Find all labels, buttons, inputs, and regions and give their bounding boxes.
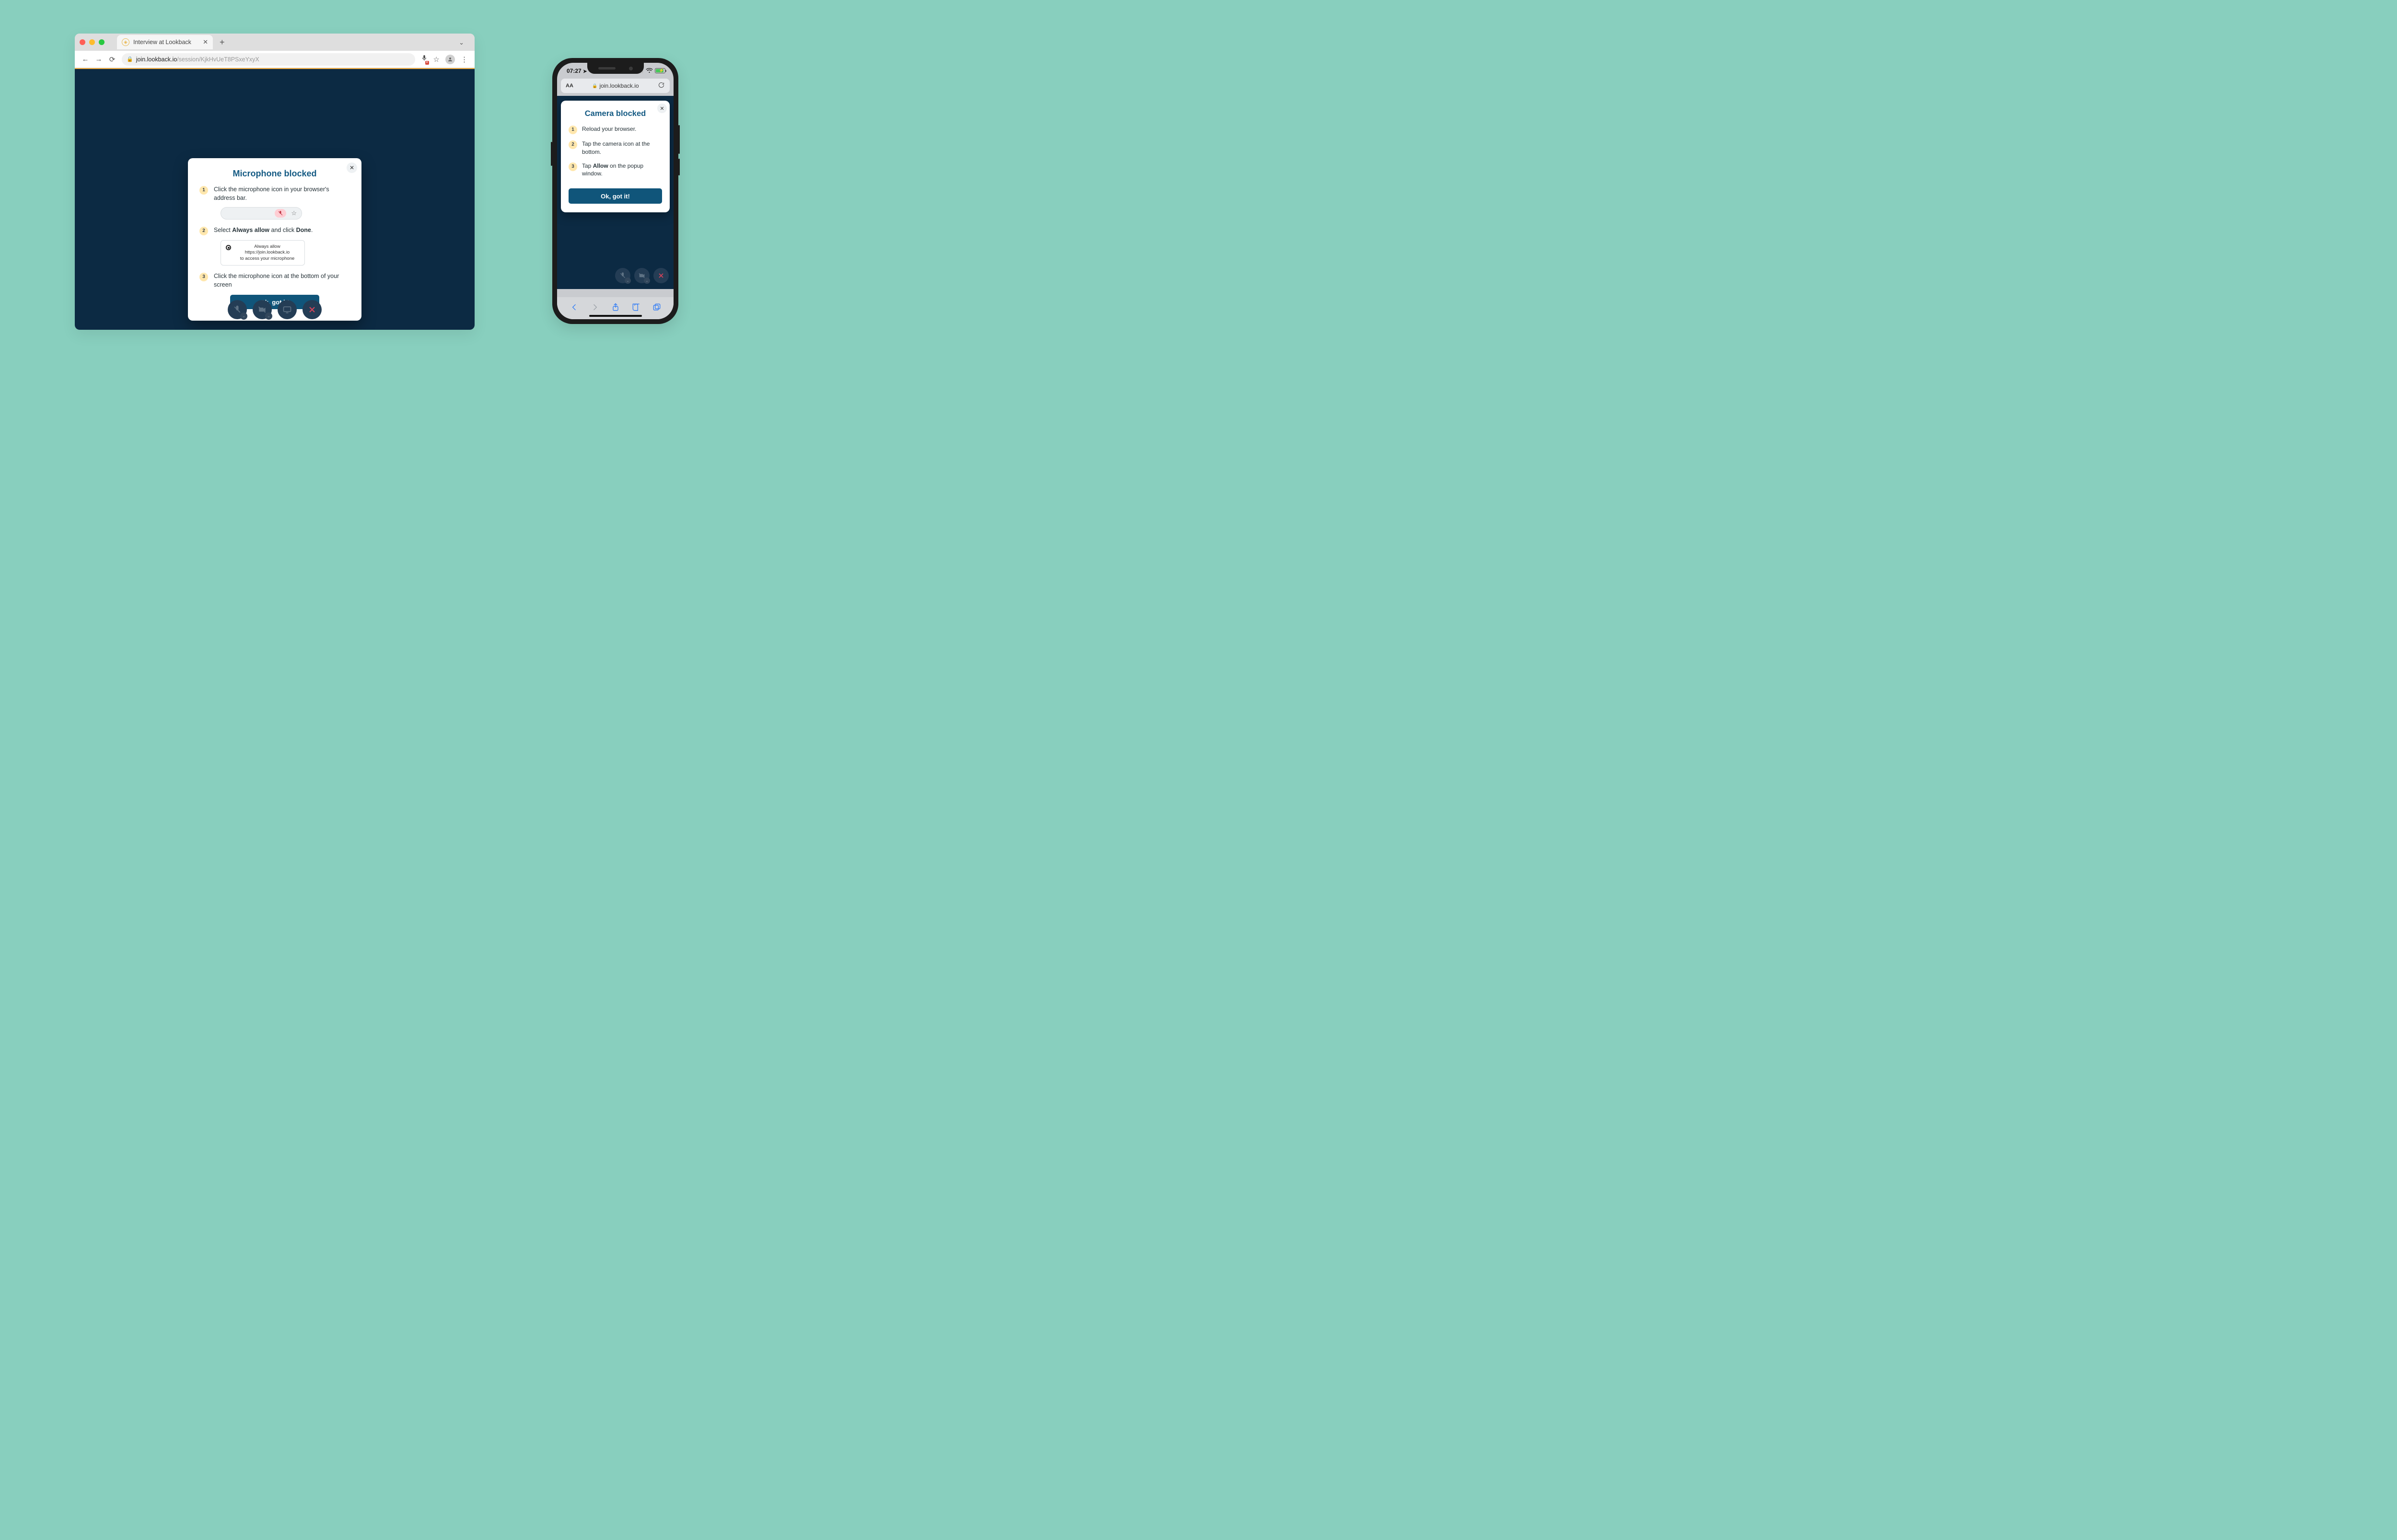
mobile-step-1: 1 Reload your browser. [569, 125, 662, 134]
step-3-text: Click the microphone icon at the bottom … [214, 272, 350, 289]
tab-title: Interview at Lookback [133, 39, 191, 46]
step-3: 3 Click the microphone icon at the botto… [199, 272, 350, 289]
new-tab-button[interactable]: + [220, 37, 225, 47]
star-outline-icon: ☆ [291, 209, 297, 217]
page-viewport: ✕ Microphone blocked 1 Click the microph… [75, 68, 475, 330]
safari-forward-button[interactable] [590, 302, 600, 314]
mobile-page-viewport: ✕ Camera blocked 1 Reload your browser. … [557, 96, 674, 289]
mobile-ok-got-it-button[interactable]: Ok, got it! [569, 188, 662, 204]
mobile-leave-call-button[interactable] [653, 268, 669, 283]
mobile-step-1-text: Reload your browser. [582, 125, 636, 134]
status-time: 07:27 [567, 68, 582, 74]
mobile-modal-title: Camera blocked [569, 109, 662, 118]
step-1-text: Click the microphone icon in your browse… [214, 185, 350, 202]
permission-radio-illustration: Always allow https://join.lookback.io to… [221, 240, 305, 266]
chevron-down-icon[interactable]: ⌄ [644, 278, 650, 284]
step-number-badge: 2 [199, 227, 208, 235]
modal-close-button[interactable]: ✕ [657, 104, 667, 113]
leave-call-button[interactable] [303, 300, 322, 319]
safari-share-button[interactable] [611, 302, 620, 314]
traffic-light-close-icon[interactable] [80, 39, 85, 45]
traffic-light-minimize-icon[interactable] [89, 39, 95, 45]
step-2-text: Select Always allow and click Done. [214, 226, 313, 235]
step-number-badge: 1 [199, 186, 208, 195]
safari-address-bar[interactable]: AA 🔒join.lookback.io [561, 79, 670, 93]
phone-screen: 07:27 ➤ ⚡ AA 🔒join.lookback.io ✕ Camera … [557, 63, 674, 319]
bookmark-star-icon[interactable]: ☆ [433, 55, 440, 64]
step-number-badge: 1 [569, 126, 577, 134]
microphone-muted-icon [275, 209, 286, 218]
safari-tabs-button[interactable] [652, 302, 662, 314]
profile-avatar-icon[interactable] [445, 55, 455, 64]
mobile-phone-frame: 07:27 ➤ ⚡ AA 🔒join.lookback.io ✕ Camera … [552, 58, 678, 324]
safari-bookmarks-button[interactable] [631, 302, 641, 314]
address-bar-illustration: ☆ [221, 207, 302, 220]
lock-icon: 🔒 [592, 83, 597, 89]
safari-back-button[interactable] [570, 302, 579, 314]
browser-tab[interactable]: ◈ Interview at Lookback ✕ [117, 35, 213, 49]
battery-charging-icon: ⚡ [655, 68, 665, 73]
microphone-blocked-modal: ✕ Microphone blocked 1 Click the microph… [188, 158, 361, 321]
radio-label-line2: to access your microphone [235, 256, 300, 262]
forward-button[interactable]: → [95, 55, 103, 63]
address-bar[interactable]: 🔒 join.lookback.io/session/KjkHvUeT8PSxe… [122, 53, 415, 66]
mobile-call-controls: ⌄ ⌄ [615, 268, 669, 283]
tab-close-icon[interactable]: ✕ [203, 38, 208, 46]
microphone-blocked-icon[interactable]: ✕ [421, 55, 428, 64]
loading-bar [75, 68, 475, 69]
traffic-light-zoom-icon[interactable] [99, 39, 105, 45]
tab-favicon-icon: ◈ [122, 38, 129, 46]
desktop-browser-window: ◈ Interview at Lookback ✕ + ⌄ ← → ⟳ 🔒 jo… [75, 34, 475, 330]
mobile-step-2-text: Tap the camera icon at the bottom. [582, 140, 662, 156]
text-size-icon[interactable]: AA [566, 83, 573, 89]
radio-selected-icon [226, 245, 231, 250]
browser-toolbar: ← → ⟳ 🔒 join.lookback.io/session/KjkHvUe… [75, 51, 475, 68]
mobile-step-2: 2 Tap the camera icon at the bottom. [569, 140, 662, 156]
chevron-down-icon[interactable]: ⌄ [625, 278, 631, 284]
url-path: /session/KjkHvUeT8PSxeYxyX [177, 56, 259, 63]
lock-icon: 🔒 [127, 56, 133, 62]
microphone-toggle-button[interactable]: ⌄ [228, 300, 247, 319]
step-number-badge: 3 [569, 162, 577, 171]
browser-menu-icon[interactable]: ⋮ [461, 55, 468, 64]
modal-close-button[interactable]: ✕ [347, 162, 357, 173]
phone-notch [587, 63, 644, 74]
mobile-camera-toggle-button[interactable]: ⌄ [634, 268, 650, 283]
step-number-badge: 3 [199, 273, 208, 281]
camera-toggle-button[interactable]: ⌄ [253, 300, 272, 319]
call-control-bar: ⌄ ⌄ [228, 300, 322, 319]
location-arrow-icon: ➤ [583, 69, 587, 74]
mobile-step-3: 3 Tap Allow on the popup window. [569, 162, 662, 178]
reload-icon[interactable] [658, 81, 665, 90]
wifi-icon [646, 68, 653, 73]
radio-label-line1: Always allow https://join.lookback.io [235, 244, 300, 256]
safari-url-text: join.lookback.io [600, 82, 639, 89]
step-2: 2 Select Always allow and click Done. [199, 226, 350, 235]
tabstrip-overflow-icon[interactable]: ⌄ [459, 39, 464, 46]
mobile-step-3-text: Tap Allow on the popup window. [582, 162, 662, 178]
home-indicator[interactable] [589, 315, 642, 317]
step-1: 1 Click the microphone icon in your brow… [199, 185, 350, 202]
chevron-down-icon[interactable]: ⌄ [265, 313, 272, 320]
reload-button[interactable]: ⟳ [108, 55, 116, 64]
browser-tabstrip: ◈ Interview at Lookback ✕ + ⌄ [75, 34, 475, 51]
screen-share-button[interactable] [278, 300, 297, 319]
url-host: join.lookback.io [136, 56, 177, 63]
camera-blocked-modal: ✕ Camera blocked 1 Reload your browser. … [561, 101, 670, 212]
modal-title: Microphone blocked [199, 169, 350, 179]
chevron-down-icon[interactable]: ⌄ [240, 313, 247, 320]
step-number-badge: 2 [569, 140, 577, 149]
mobile-mic-toggle-button[interactable]: ⌄ [615, 268, 630, 283]
back-button[interactable]: ← [81, 55, 89, 63]
